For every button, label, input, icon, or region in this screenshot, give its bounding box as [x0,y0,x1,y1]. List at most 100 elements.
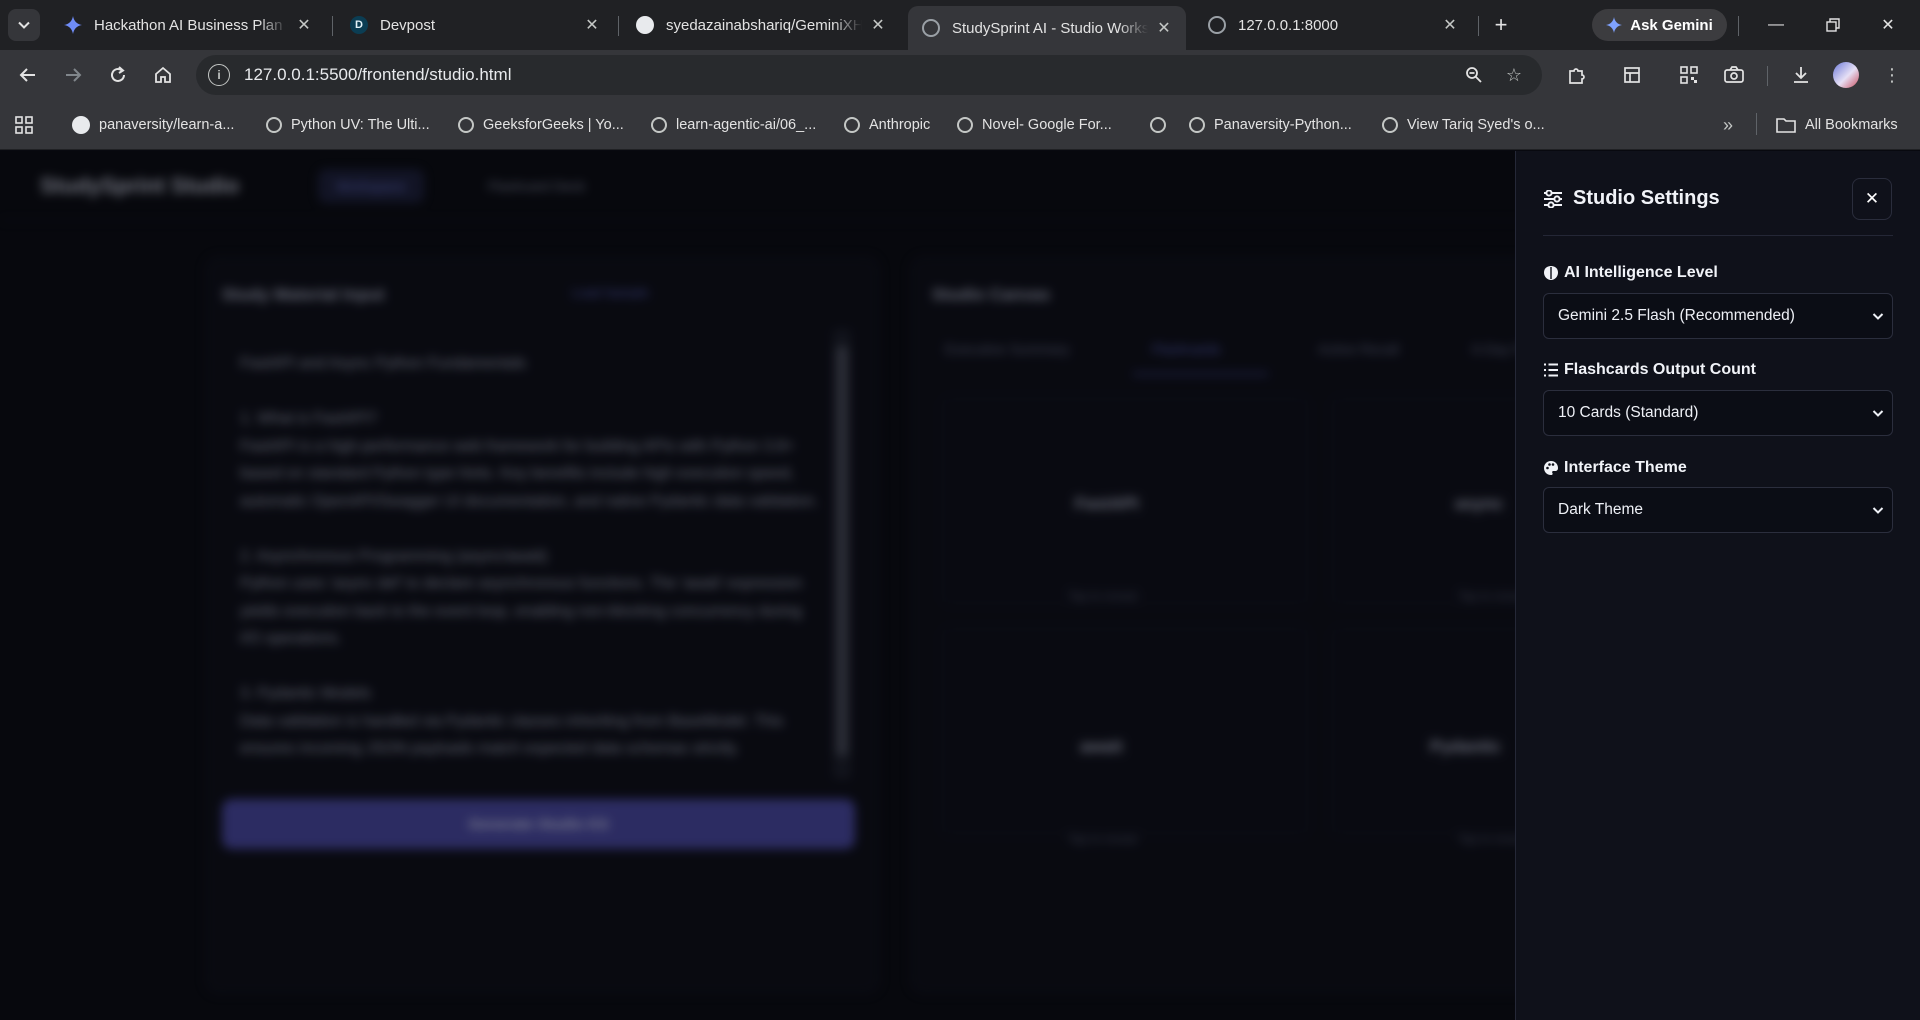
browser-tab[interactable]: D Devpost ✕ [336,8,614,42]
browser-menu-button[interactable]: ⋮ [1876,59,1908,91]
more-bookmarks-button[interactable]: » [1712,109,1744,141]
chevron-down-icon [18,21,30,29]
browser-tab[interactable]: 127.0.0.1:8000 ✕ [1194,8,1472,42]
bookmark-item[interactable]: panaversity/learn-a... [72,113,234,137]
flashcard-hint: Tap to reveal [1068,589,1137,603]
ask-gemini-button[interactable]: Ask Gemini [1592,9,1727,41]
close-icon[interactable]: ✕ [582,15,602,35]
restore-button[interactable] [1817,9,1849,41]
close-icon[interactable]: ✕ [868,15,888,35]
globe-icon [922,19,940,37]
forward-button[interactable] [57,59,89,91]
all-bookmarks-button[interactable]: All Bookmarks [1776,113,1898,137]
load-sample-button[interactable]: Load Sample [572,285,649,300]
flashcard-term: FastAPI [1075,494,1139,513]
tab-separator [1478,16,1479,36]
list-icon [1544,363,1558,377]
bookmark-star-icon[interactable]: ☆ [1498,59,1530,91]
minimize-button[interactable]: — [1760,9,1792,41]
toolbar-separator [1767,66,1768,86]
flashcard-hint: Tap to reveal [1068,832,1137,846]
avatar [1833,62,1859,88]
bookmark-item[interactable]: Python UV: The Ulti... [266,113,430,137]
close-settings-button[interactable]: ✕ [1852,178,1892,220]
globe-icon [844,117,860,133]
bookmarks-separator [1756,113,1757,135]
bookmark-item[interactable]: Anthropic [844,113,930,137]
home-button[interactable] [147,59,179,91]
ai-level-select[interactable]: Gemini 2.5 Flash (Recommended) [1543,293,1893,339]
url-text[interactable]: 127.0.0.1:5500/frontend/studio.html [244,65,511,85]
close-icon[interactable]: ✕ [294,15,314,35]
theme-select[interactable]: Dark Theme [1543,487,1893,533]
zoom-icon[interactable] [1458,59,1490,91]
globe-icon [1150,117,1166,133]
ai-level-label: AI Intelligence Level [1543,264,1718,282]
close-icon[interactable]: ✕ [1154,18,1174,38]
site-info-icon[interactable]: i [208,64,230,86]
flashcards-count-value: 10 Cards (Standard) [1558,404,1699,421]
globe-icon [458,117,474,133]
browser-tab[interactable]: syedazainabshariq/GeminiXHa ✕ [622,8,900,42]
downloads-button[interactable] [1785,59,1817,91]
nav-workspace[interactable]: Workspace [318,169,424,203]
browser-toolbar: i 127.0.0.1:5500/frontend/studio.html ☆ … [0,50,1920,100]
tab-flashcards[interactable]: Flashcards [1152,341,1220,357]
browser-tab[interactable]: Hackathon AI Business Plan - G ✕ [50,8,326,42]
globe-icon [957,117,973,133]
globe-icon [651,117,667,133]
window-close-button[interactable]: ✕ [1872,9,1904,41]
theme-label: Interface Theme [1543,459,1687,477]
extensions-button[interactable] [1561,59,1593,91]
reload-icon [111,66,125,82]
bookmark-item[interactable]: View Tariq Syed's o... [1382,113,1545,137]
screenshot-button[interactable] [1718,59,1750,91]
apps-button[interactable] [8,109,40,141]
flashcard-term: async [1455,494,1504,513]
new-tab-button[interactable]: + [1487,11,1515,39]
globe-icon [266,117,282,133]
flashcards-count-label-text: Flashcards Output Count [1564,361,1756,378]
tab-executive-summary[interactable]: Executive Summary [945,341,1069,357]
ai-level-label-text: AI Intelligence Level [1564,264,1718,281]
flashcards-count-label: Flashcards Output Count [1543,361,1756,379]
theme-label-text: Interface Theme [1564,459,1687,476]
reload-button[interactable] [102,59,134,91]
reading-list-button[interactable] [1616,59,1648,91]
download-icon [1794,67,1808,83]
address-bar[interactable]: i 127.0.0.1:5500/frontend/studio.html ☆ [196,55,1542,95]
bookmark-label: Anthropic [869,117,931,133]
minimize-icon: — [1768,16,1784,33]
flashcards-count-select[interactable]: 10 Cards (Standard) [1543,390,1893,436]
nav-flashcard-deck[interactable]: Flashcard Deck [470,169,603,203]
tab-search-button[interactable] [8,9,40,41]
generate-studio-kit-button[interactable]: Generate Studio Kit [222,799,855,849]
app-brand: StudySprint Studio [40,173,240,198]
github-icon [636,16,654,34]
bookmark-item[interactable]: Panaversity-Python... [1189,113,1352,137]
bookmark-item[interactable]: GeeksforGeeks | Yo... [458,113,624,137]
gemini-icon [1606,17,1623,33]
browser-tab-active[interactable]: StudySprint AI - Studio Works ✕ [908,6,1186,50]
plus-icon: + [1494,12,1508,37]
profile-avatar[interactable] [1830,59,1862,91]
close-icon[interactable]: ✕ [1440,15,1460,35]
bookmark-item[interactable]: Novel- Google For... [957,113,1112,137]
bookmark-item[interactable]: learn-agentic-ai/06_... [651,113,816,137]
study-material-textarea[interactable]: FastAPI and Async Python Fundamentals 1.… [240,350,820,850]
bookmark-item[interactable] [1150,113,1175,137]
bookmark-label: panaversity/learn-a... [99,117,235,133]
back-arrow-icon [19,68,35,82]
double-chevron-right-icon: » [1722,114,1733,135]
qr-code-button[interactable] [1673,59,1705,91]
back-button[interactable] [12,59,44,91]
folder-icon [1776,118,1796,133]
bookmark-label: GeeksforGeeks | Yo... [483,117,624,133]
gemini-icon [64,16,82,34]
tab-active-recall[interactable]: Active Recall [1318,341,1399,357]
bookmark-label: Python UV: The Ulti... [291,117,430,133]
flashcard[interactable] [940,626,1310,836]
all-bookmarks-label: All Bookmarks [1805,117,1898,133]
textarea-scrollbar-thumb[interactable] [836,346,848,756]
input-panel-title: Study Material Input [222,285,385,304]
